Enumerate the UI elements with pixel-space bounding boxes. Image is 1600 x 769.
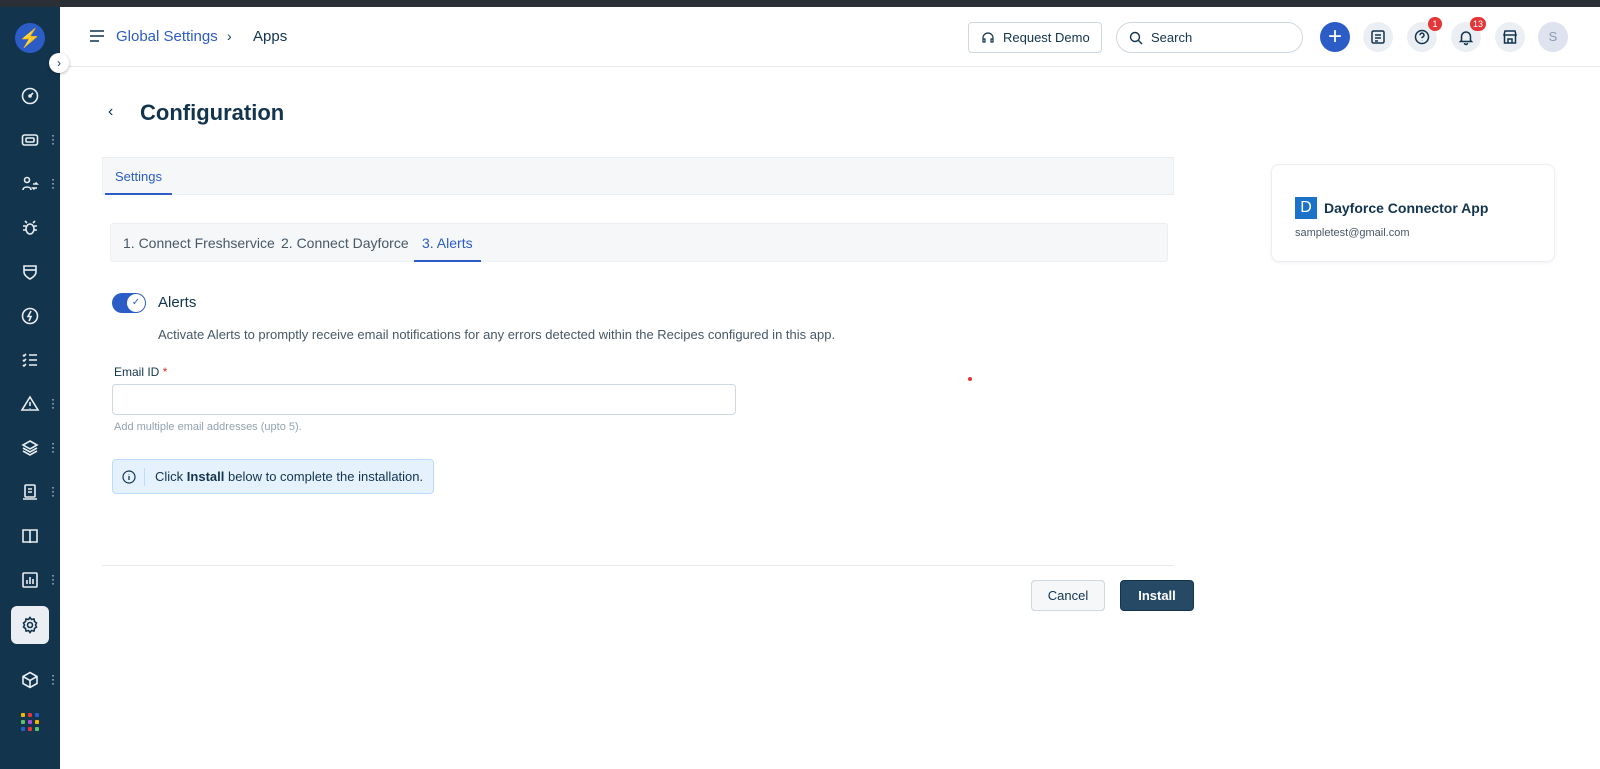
shield-icon[interactable] bbox=[14, 256, 46, 288]
more-icon[interactable]: · · · bbox=[50, 669, 56, 689]
alerts-title: Alerts bbox=[158, 294, 197, 311]
help-icon bbox=[1414, 29, 1430, 45]
search-icon bbox=[1129, 31, 1143, 44]
chevron-right-icon: › bbox=[227, 28, 232, 44]
book-icon[interactable] bbox=[14, 520, 46, 552]
apps-grid-icon[interactable] bbox=[21, 713, 39, 731]
breadcrumb-apps: Apps bbox=[253, 28, 288, 45]
search-input[interactable]: Search bbox=[1116, 22, 1303, 53]
bolt-icon[interactable] bbox=[14, 300, 46, 332]
info-click: Click bbox=[155, 469, 184, 484]
avatar[interactable]: S bbox=[1538, 22, 1568, 52]
settings-icon[interactable] bbox=[11, 606, 49, 644]
alerts-description: Activate Alerts to promptly receive emai… bbox=[158, 327, 836, 342]
hamburger-menu-icon[interactable] bbox=[88, 27, 106, 45]
page-title: Configuration bbox=[140, 100, 285, 125]
feed-button[interactable] bbox=[1363, 22, 1393, 52]
add-new-button[interactable]: + bbox=[1320, 22, 1350, 52]
more-icon[interactable]: · · · bbox=[50, 129, 56, 149]
more-icon[interactable]: · · · bbox=[50, 393, 56, 413]
dayforce-logo-icon: D bbox=[1295, 197, 1317, 219]
back-chevron-icon[interactable]: ‹ bbox=[108, 103, 113, 121]
search-placeholder: Search bbox=[1151, 30, 1193, 45]
required-mark: * bbox=[162, 365, 168, 379]
bell-icon bbox=[1458, 31, 1474, 46]
request-demo-label: Request Demo bbox=[1003, 30, 1090, 45]
main-area: Global Settings › Apps Request Demo Sear… bbox=[60, 7, 1600, 769]
reports-icon[interactable] bbox=[14, 564, 46, 596]
alerts-toggle[interactable]: ✓ bbox=[112, 293, 146, 313]
email-label-text: Email ID bbox=[114, 365, 160, 379]
help-button[interactable]: 1 bbox=[1407, 17, 1442, 52]
step-connect-dayforce[interactable]: 2. Connect Dayforce bbox=[281, 224, 409, 262]
dashboard-icon[interactable] bbox=[14, 80, 46, 112]
notifications-button[interactable]: 13 bbox=[1451, 17, 1486, 52]
install-button[interactable]: Install bbox=[1120, 580, 1194, 611]
more-icon[interactable]: · · · bbox=[50, 481, 56, 501]
email-label: Email ID * bbox=[114, 365, 167, 379]
store-icon bbox=[1503, 30, 1517, 44]
info-rest: below to complete the installation. bbox=[228, 469, 424, 484]
alert-icon[interactable] bbox=[14, 388, 46, 420]
more-icon[interactable]: · · · bbox=[50, 173, 56, 193]
app-name: Dayforce Connector App bbox=[1324, 200, 1489, 216]
step-connect-freshservice[interactable]: 1. Connect Freshservice bbox=[123, 224, 275, 262]
email-field[interactable] bbox=[112, 384, 736, 415]
step-alerts[interactable]: 3. Alerts bbox=[414, 224, 481, 262]
bug-icon[interactable] bbox=[14, 212, 46, 244]
more-icon[interactable]: · · · bbox=[50, 569, 56, 589]
layers-icon[interactable] bbox=[14, 432, 46, 464]
cube-icon[interactable] bbox=[14, 664, 46, 696]
app-card: D Dayforce Connector App sampletest@gmai… bbox=[1271, 164, 1555, 262]
divider bbox=[102, 565, 1174, 566]
info-install: Install bbox=[186, 469, 225, 484]
breadcrumb-global-settings[interactable]: Global Settings bbox=[116, 28, 218, 45]
headset-icon bbox=[982, 31, 994, 43]
settings-tab-bar: Settings bbox=[102, 157, 1174, 195]
cursor-dot bbox=[968, 377, 972, 381]
steps-bar: 1. Connect Freshservice 2. Connect Dayfo… bbox=[110, 223, 1168, 262]
notifications-badge: 13 bbox=[1469, 17, 1486, 31]
email-hint: Add multiple email addresses (upto 5). bbox=[114, 421, 302, 433]
top-bar: Global Settings › Apps Request Demo Sear… bbox=[60, 7, 1600, 67]
app-email: sampletest@gmail.com bbox=[1295, 227, 1410, 239]
changes-icon[interactable] bbox=[14, 168, 46, 200]
cancel-button[interactable]: Cancel bbox=[1031, 580, 1105, 611]
request-demo-button[interactable]: Request Demo bbox=[968, 22, 1102, 53]
feed-icon bbox=[1371, 30, 1385, 44]
store-button[interactable] bbox=[1495, 22, 1525, 52]
chevron-right-icon[interactable]: › bbox=[49, 53, 69, 73]
document-icon[interactable] bbox=[14, 476, 46, 508]
more-icon[interactable]: · · · bbox=[50, 437, 56, 457]
checklist-icon[interactable] bbox=[14, 344, 46, 376]
ticket-icon[interactable] bbox=[14, 124, 46, 156]
tab-settings[interactable]: Settings bbox=[105, 158, 172, 195]
info-banner: Click Install below to complete the inst… bbox=[112, 459, 434, 494]
help-badge: 1 bbox=[1428, 17, 1442, 31]
info-text: Click Install below to complete the inst… bbox=[145, 469, 423, 484]
info-icon bbox=[113, 467, 145, 486]
freshservice-logo-icon[interactable]: ⚡ bbox=[15, 23, 45, 53]
left-rail: ⚡ › · · · · · · · · · · · · · · · · · · … bbox=[0, 7, 69, 769]
check-icon: ✓ bbox=[127, 294, 145, 312]
